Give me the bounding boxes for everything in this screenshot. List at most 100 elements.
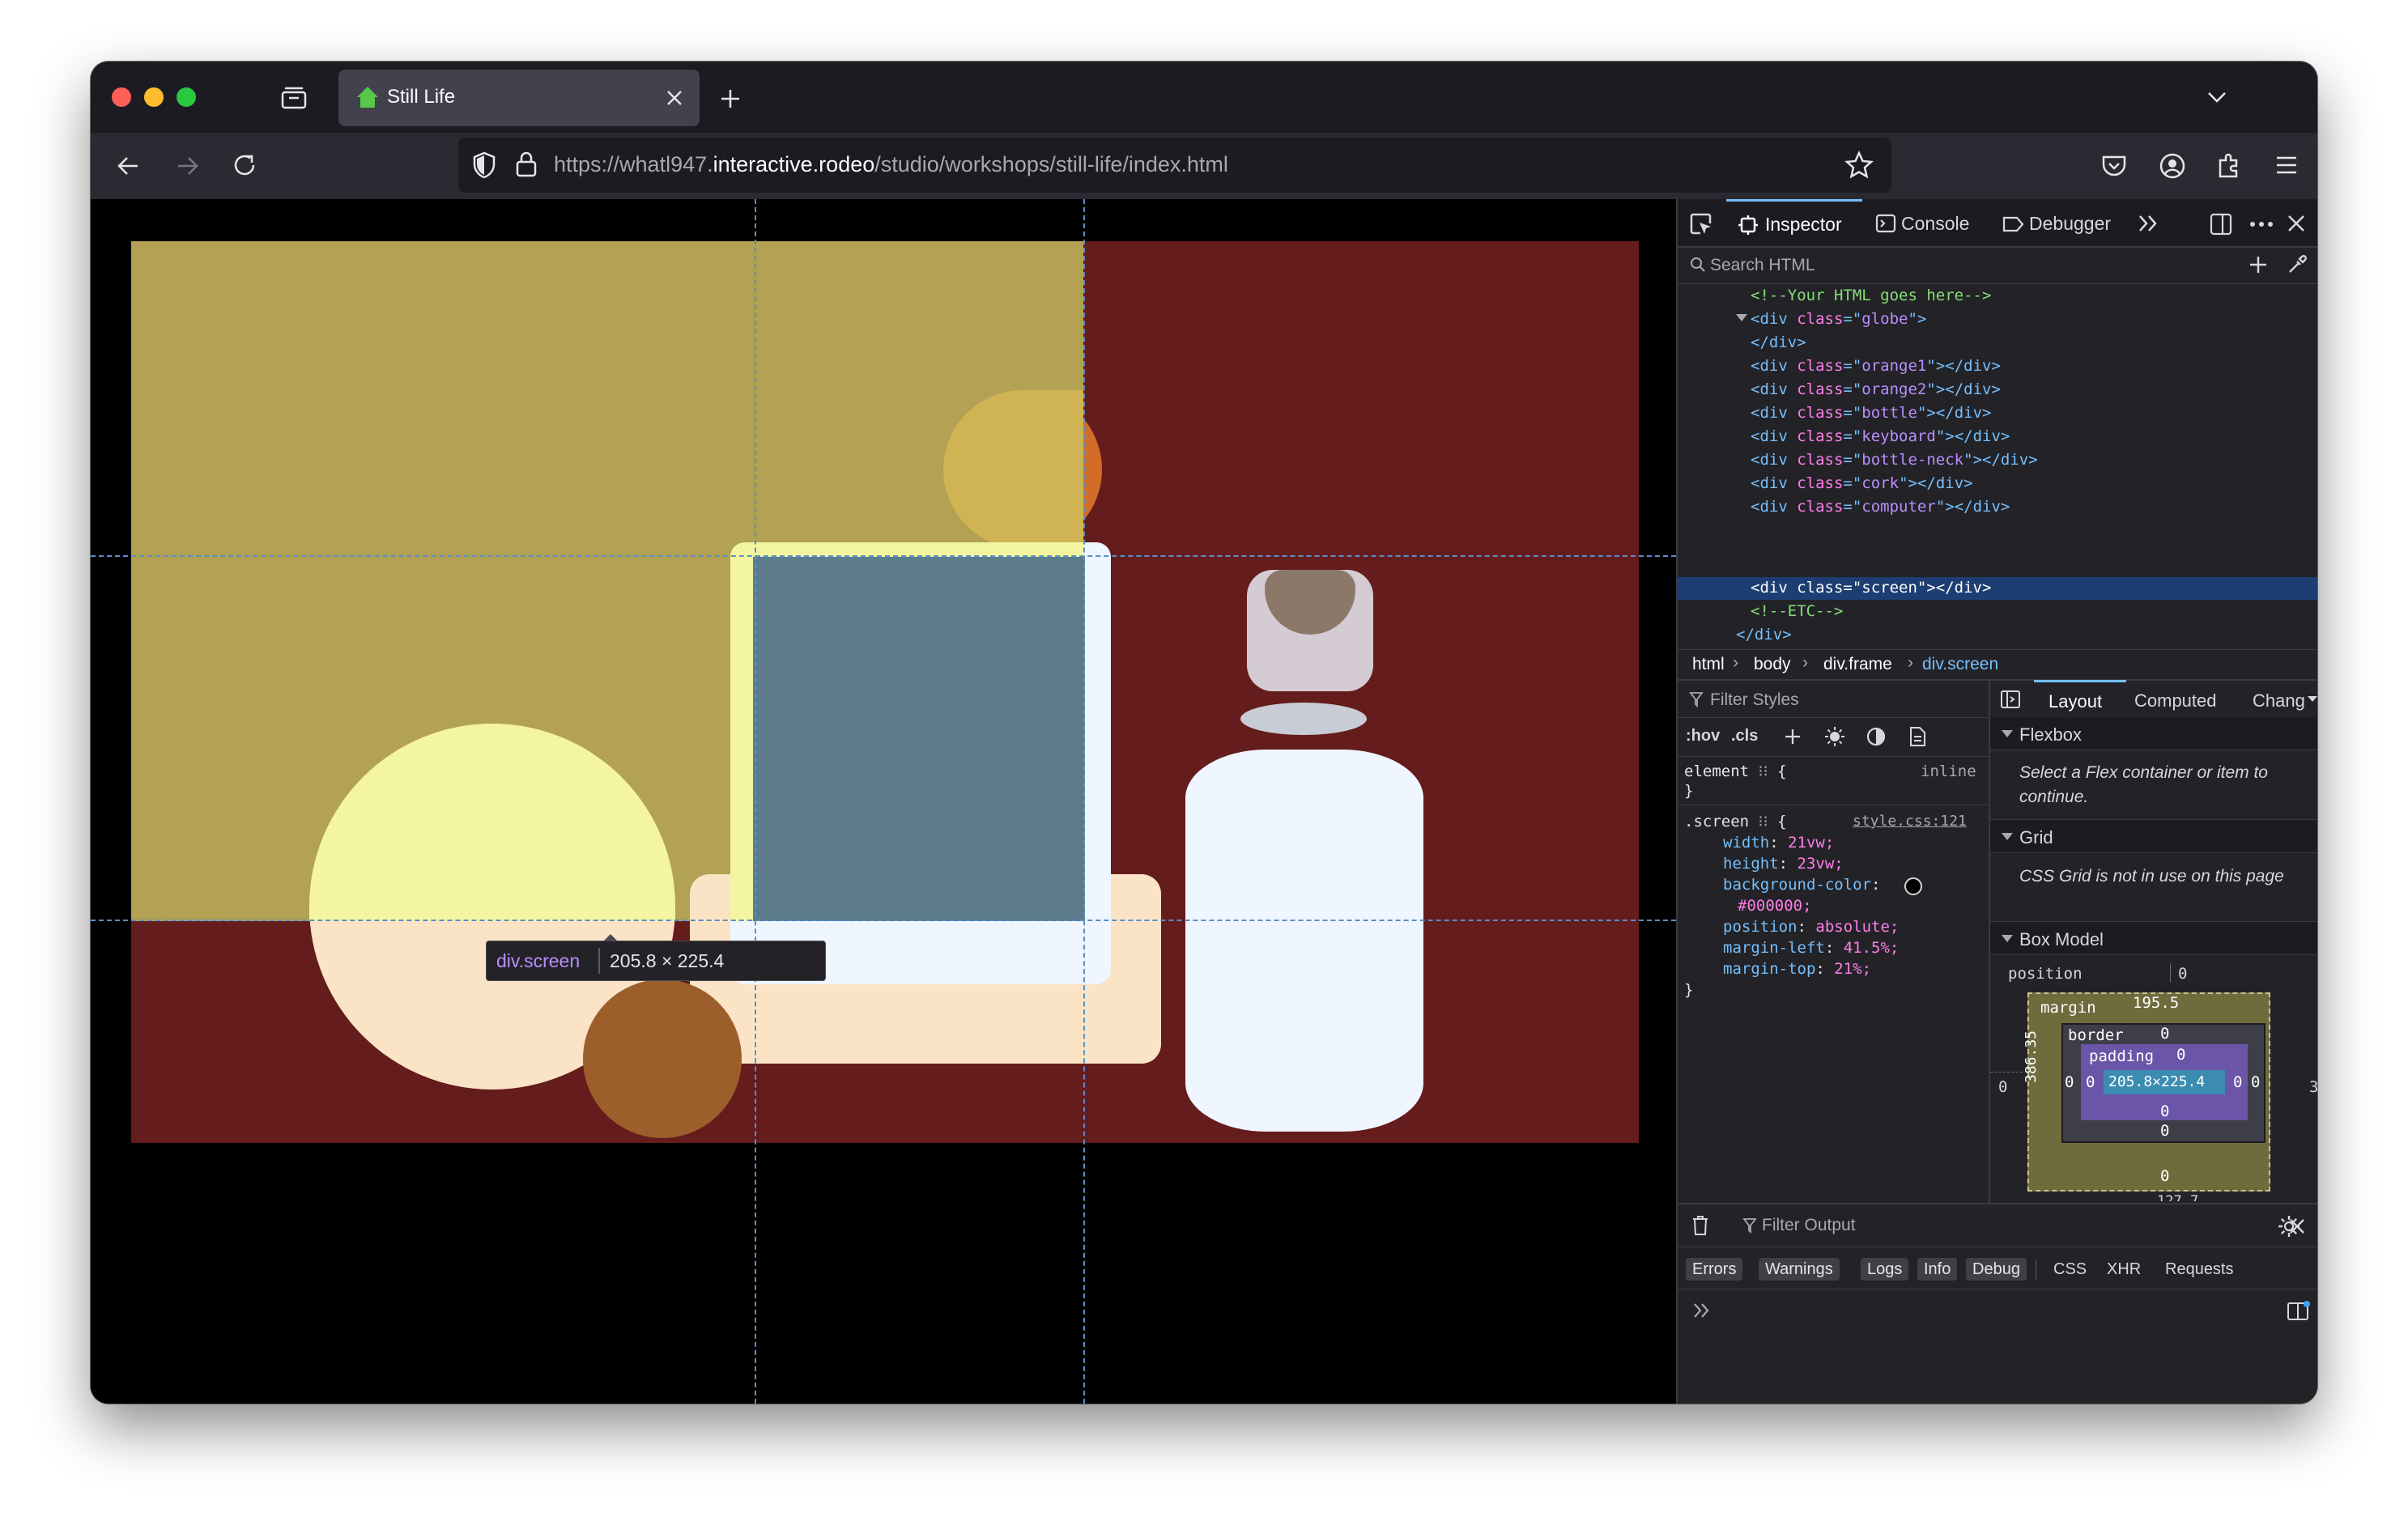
eyedropper-icon[interactable]: [2287, 254, 2308, 275]
breadcrumb-html[interactable]: html: [1692, 655, 1725, 674]
declaration-position[interactable]: position: absolute;: [1723, 918, 1899, 936]
url-bar[interactable]: https://whatl947.interactive.rodeo/studi…: [458, 138, 1891, 193]
filter-errors-button[interactable]: Errors: [1686, 1258, 1743, 1281]
border-right-value[interactable]: 0: [2251, 1073, 2260, 1091]
declaration-background-color[interactable]: background-color:: [1723, 876, 1890, 894]
html-line-computer[interactable]: <div class="computer"></div>: [1751, 498, 2010, 516]
firefox-view-icon[interactable]: [280, 86, 308, 110]
breadcrumb-div-screen[interactable]: div.screen: [1922, 655, 1998, 674]
box-padding[interactable]: padding 0 0 0 0 205.8×225.4: [2081, 1044, 2248, 1120]
element-picker-icon[interactable]: [1689, 212, 1713, 236]
tab-inspector[interactable]: Inspector: [1726, 199, 1862, 249]
screen-rule-source-link[interactable]: style.css:121: [1853, 813, 1967, 830]
hamburger-menu-icon[interactable]: [2274, 154, 2300, 176]
more-options-icon[interactable]: [2249, 220, 2274, 228]
element-rule-selector[interactable]: element ⁝⁝ {: [1684, 762, 1787, 780]
border-bottom-value[interactable]: 0: [2160, 1122, 2169, 1140]
html-line-bottle[interactable]: <div class="bottle"></div>: [1751, 404, 1991, 422]
filter-requests-button[interactable]: Requests: [2165, 1260, 2234, 1279]
html-line-bottle-neck[interactable]: <div class="bottle-neck"></div>: [1751, 451, 2038, 469]
forward-arrow-icon[interactable]: [173, 152, 201, 180]
close-split-console-icon[interactable]: [2288, 1217, 2306, 1235]
bookmark-star-icon[interactable]: [1844, 151, 1874, 180]
add-rule-icon[interactable]: [1783, 727, 1802, 746]
bottle[interactable]: [1185, 750, 1423, 1132]
url-text[interactable]: https://whatl947.interactive.rodeo/studi…: [554, 152, 1228, 177]
filter-output-input[interactable]: Filter Output: [1762, 1216, 1856, 1235]
html-line-close-div[interactable]: </div>: [1751, 333, 1806, 351]
extensions-puzzle-icon[interactable]: [2215, 151, 2244, 180]
pocket-icon[interactable]: [2100, 152, 2128, 180]
dark-scheme-icon[interactable]: [1866, 726, 1887, 747]
lock-icon[interactable]: [515, 151, 538, 178]
declaration-width[interactable]: width: 21vw;: [1723, 834, 1834, 852]
filter-css-button[interactable]: CSS: [2053, 1260, 2087, 1279]
list-all-tabs-icon[interactable]: [2206, 89, 2228, 105]
filter-logs-button[interactable]: Logs: [1861, 1258, 1909, 1281]
filter-styles-input[interactable]: Filter Styles: [1710, 690, 1799, 710]
tab-still-life[interactable]: Still Life: [338, 70, 700, 126]
box-margin[interactable]: margin 195.5 386.35 0 border 0 0 0 0 pad…: [2023, 992, 2270, 1192]
more-tools-chevron-icon[interactable]: [2138, 214, 2160, 233]
tab-computed[interactable]: Computed: [2134, 690, 2217, 712]
html-line-keyboard[interactable]: <div class="keyboard"></div>: [1751, 427, 2010, 445]
flexbox-header[interactable]: Flexbox: [1990, 717, 2317, 750]
filter-xhr-button[interactable]: XHR: [2107, 1260, 2141, 1279]
add-node-icon[interactable]: [2248, 254, 2269, 275]
close-devtools-icon[interactable]: [2287, 214, 2306, 233]
screen[interactable]: [753, 557, 1085, 921]
grid-header[interactable]: Grid: [1990, 819, 2317, 853]
light-scheme-sun-icon[interactable]: [1823, 725, 1846, 748]
close-tab-icon[interactable]: [666, 89, 683, 107]
breadcrumb-body[interactable]: body: [1754, 655, 1791, 674]
reload-icon[interactable]: [230, 151, 259, 180]
padding-top-value[interactable]: 0: [2176, 1046, 2185, 1064]
margin-bottom-value[interactable]: 0: [2160, 1167, 2169, 1185]
cls-toggle[interactable]: .cls: [1731, 727, 1758, 746]
color-swatch[interactable]: [1904, 877, 1922, 895]
zoom-window-button[interactable]: [177, 87, 196, 107]
content-size-value[interactable]: 205.8×225.4: [2108, 1073, 2205, 1090]
tab-changes[interactable]: Chang: [2253, 690, 2305, 712]
declaration-background-color-value[interactable]: #000000;: [1738, 897, 1812, 915]
html-line-close-frame[interactable]: </div>: [1736, 626, 1792, 644]
html-line-comment[interactable]: <!--Your HTML goes here-->: [1751, 287, 1991, 304]
margin-top-value[interactable]: 195.5: [2133, 994, 2179, 1012]
hov-toggle[interactable]: :hov: [1686, 727, 1720, 746]
tab-layout[interactable]: Layout: [2034, 680, 2126, 720]
new-tab-icon[interactable]: [719, 87, 742, 110]
border-top-value[interactable]: 0: [2160, 1025, 2169, 1043]
filter-debug-button[interactable]: Debug: [1966, 1258, 2027, 1281]
account-icon[interactable]: [2159, 152, 2186, 180]
more-tabs-dropdown-icon[interactable]: [2308, 696, 2317, 702]
screen-rule-selector[interactable]: .screen ⁝⁝ {: [1684, 813, 1787, 830]
box-content[interactable]: 205.8×225.4: [2104, 1070, 2225, 1094]
html-line-globe[interactable]: <div class="globe">: [1751, 310, 1926, 328]
breadcrumb-div-frame[interactable]: div.frame: [1823, 655, 1892, 674]
back-arrow-icon[interactable]: [115, 152, 143, 180]
declaration-height[interactable]: height: 23vw;: [1723, 855, 1844, 873]
declaration-margin-top[interactable]: margin-top: 21%;: [1723, 960, 1871, 978]
html-line-orange1[interactable]: <div class="orange1"></div>: [1751, 357, 2001, 375]
minimize-window-button[interactable]: [144, 87, 164, 107]
search-html-input[interactable]: Search HTML: [1710, 256, 1815, 275]
expand-triangle-icon[interactable]: [1736, 314, 1747, 321]
dock-side-icon[interactable]: [2209, 212, 2233, 236]
console-prompt-chevron-icon[interactable]: [1692, 1302, 1712, 1319]
padding-right-value[interactable]: 0: [2233, 1073, 2242, 1091]
border-left-value[interactable]: 0: [2065, 1073, 2074, 1091]
close-window-button[interactable]: [112, 87, 131, 107]
box-border[interactable]: border 0 0 0 0 padding 0 0 0 0 205.8×225…: [2061, 1023, 2265, 1143]
trash-icon[interactable]: [1691, 1214, 1710, 1237]
html-line-orange2[interactable]: <div class="orange2"></div>: [1751, 380, 2001, 398]
filter-warnings-button[interactable]: Warnings: [1759, 1258, 1840, 1281]
print-simulation-icon[interactable]: [1908, 726, 1927, 747]
html-line-cork[interactable]: <div class="cork"></div>: [1751, 474, 1973, 492]
html-line-screen-selected[interactable]: <div class="screen"></div>: [1678, 577, 2317, 600]
toggle-sidebar-icon[interactable]: [2000, 690, 2021, 709]
editor-mode-icon[interactable]: [2287, 1300, 2311, 1323]
declaration-margin-left[interactable]: margin-left: 41.5%;: [1723, 939, 1899, 957]
tab-console[interactable]: Console: [1869, 199, 1990, 246]
tracking-protection-shield-icon[interactable]: [471, 151, 497, 180]
filter-info-button[interactable]: Info: [1917, 1258, 1958, 1281]
